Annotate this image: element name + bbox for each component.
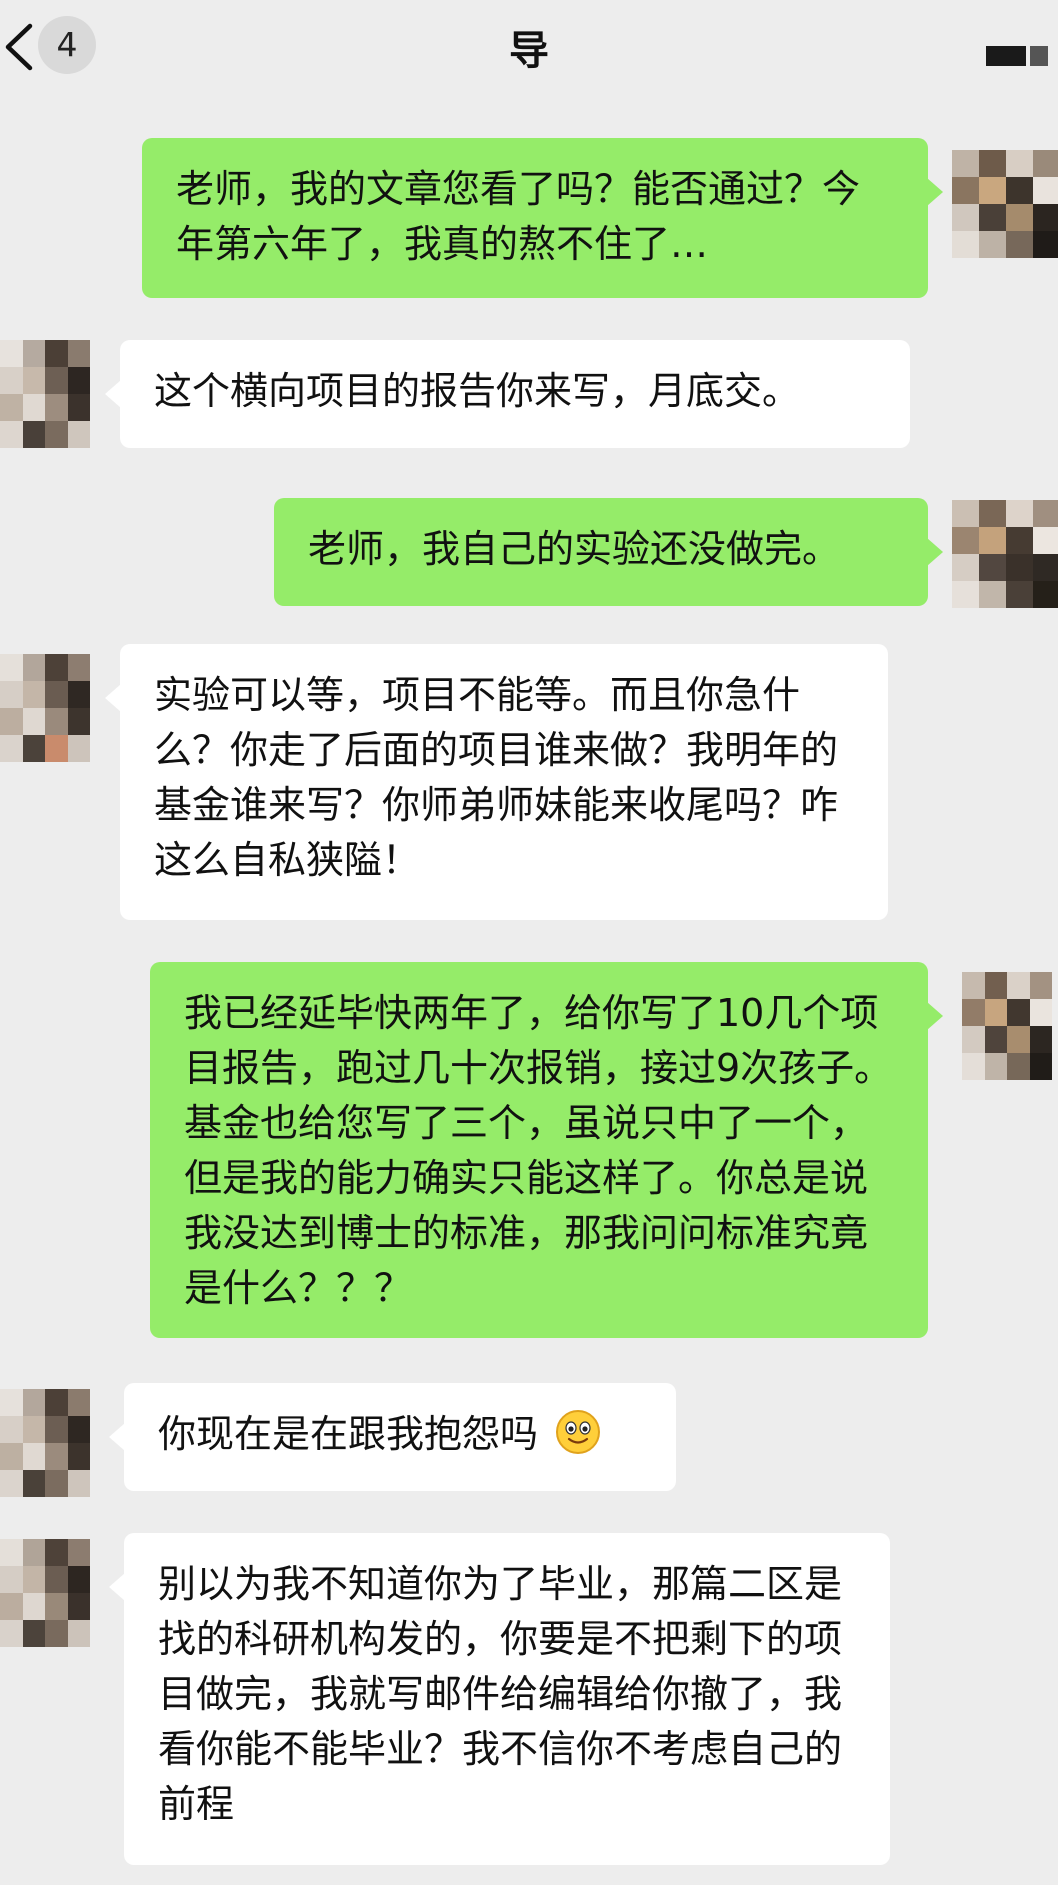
message-text: 老师，我的文章您看了吗？能否通过？今年第六年了，我真的熬不住了… [176, 167, 861, 266]
my-avatar[interactable] [952, 150, 1058, 258]
contact-avatar[interactable] [0, 654, 90, 762]
my-avatar[interactable] [952, 500, 1058, 608]
message-row: 我已经延毕快两年了，给你写了10几个项目报告，跑过几十次报销，接过9次孩子。基金… [0, 950, 1058, 1350]
message-row: 老师，我自己的实验还没做完。 [0, 490, 1058, 620]
message-text: 你现在是在跟我抱怨吗 [158, 1412, 539, 1456]
contact-avatar[interactable] [0, 1539, 90, 1647]
message-row: 实验可以等，项目不能等。而且你急什么？你走了后面的项目谁来做？我明年的基金谁来写… [0, 640, 1058, 930]
contact-avatar[interactable] [0, 1389, 90, 1497]
received-message-bubble[interactable]: 你现在是在跟我抱怨吗 [109, 1383, 676, 1491]
chat-title: 导 [509, 28, 549, 74]
received-message-bubble[interactable]: 实验可以等，项目不能等。而且你急什么？你走了后面的项目谁来做？我明年的基金谁来写… [105, 644, 888, 920]
sent-message-bubble[interactable]: 我已经延毕快两年了，给你写了10几个项目报告，跑过几十次报销，接过9次孩子。基金… [150, 962, 943, 1338]
message-text: 这个横向项目的报告你来写，月底交。 [154, 369, 801, 413]
message-text: 老师，我自己的实验还没做完。 [308, 527, 841, 571]
message-row: 别以为我不知道你为了毕业，那篇二区是找的科研机构发的，你要是不把剩下的项目做完，… [0, 1525, 1058, 1875]
contact-avatar[interactable] [0, 340, 90, 448]
my-avatar[interactable] [962, 972, 1052, 1080]
sent-message-bubble[interactable]: 老师，我自己的实验还没做完。 [274, 498, 943, 606]
chat-header: 4 导 [0, 0, 1058, 100]
message-row: 老师，我的文章您看了吗？能否通过？今年第六年了，我真的熬不住了… [0, 110, 1058, 300]
message-text: 别以为我不知道你为了毕业，那篇二区是找的科研机构发的，你要是不把剩下的项目做完，… [158, 1562, 843, 1826]
message-text: 实验可以等，项目不能等。而且你急什么？你走了后面的项目谁来做？我明年的基金谁来写… [154, 673, 839, 882]
more-icon[interactable] [986, 46, 1048, 66]
smile-emoji-icon [556, 1410, 601, 1454]
message-row: 这个横向项目的报告你来写，月底交。 [0, 330, 1058, 460]
received-message-bubble[interactable]: 这个横向项目的报告你来写，月底交。 [105, 340, 910, 448]
message-text: 我已经延毕快两年了，给你写了10几个项目报告，跑过几十次报销，接过9次孩子。基金… [184, 991, 893, 1310]
received-message-bubble[interactable]: 别以为我不知道你为了毕业，那篇二区是找的科研机构发的，你要是不把剩下的项目做完，… [109, 1533, 890, 1865]
sent-message-bubble[interactable]: 老师，我的文章您看了吗？能否通过？今年第六年了，我真的熬不住了… [142, 138, 943, 298]
message-row: 你现在是在跟我抱怨吗 [0, 1375, 1058, 1505]
